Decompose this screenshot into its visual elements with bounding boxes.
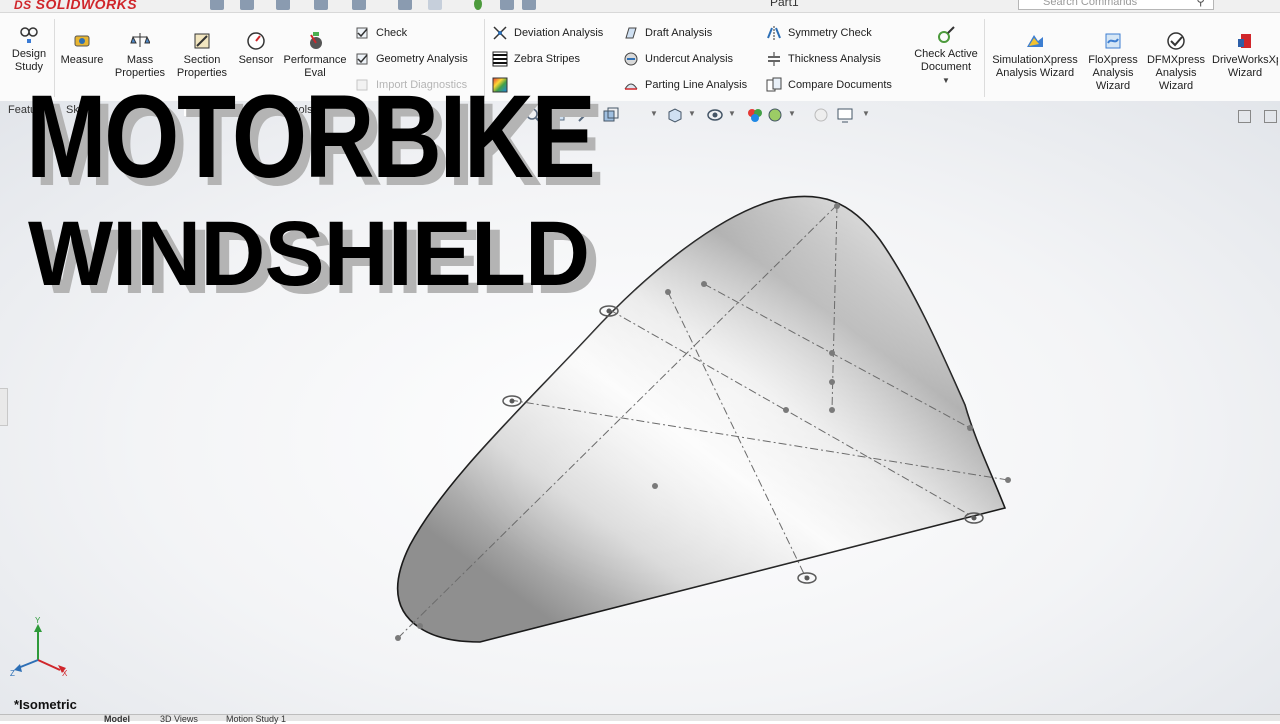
triad-x-label: X <box>62 669 68 678</box>
triad-z-label: Z <box>10 669 15 678</box>
overlay-title-line-1: MOTORBIKE <box>26 71 596 203</box>
reference-triad: Y X Z <box>10 616 68 678</box>
overlay-title-line-2: WINDSHIELD <box>28 203 590 305</box>
view-orientation-label: *Isometric <box>14 697 77 712</box>
triad-y-label: Y <box>35 616 41 625</box>
